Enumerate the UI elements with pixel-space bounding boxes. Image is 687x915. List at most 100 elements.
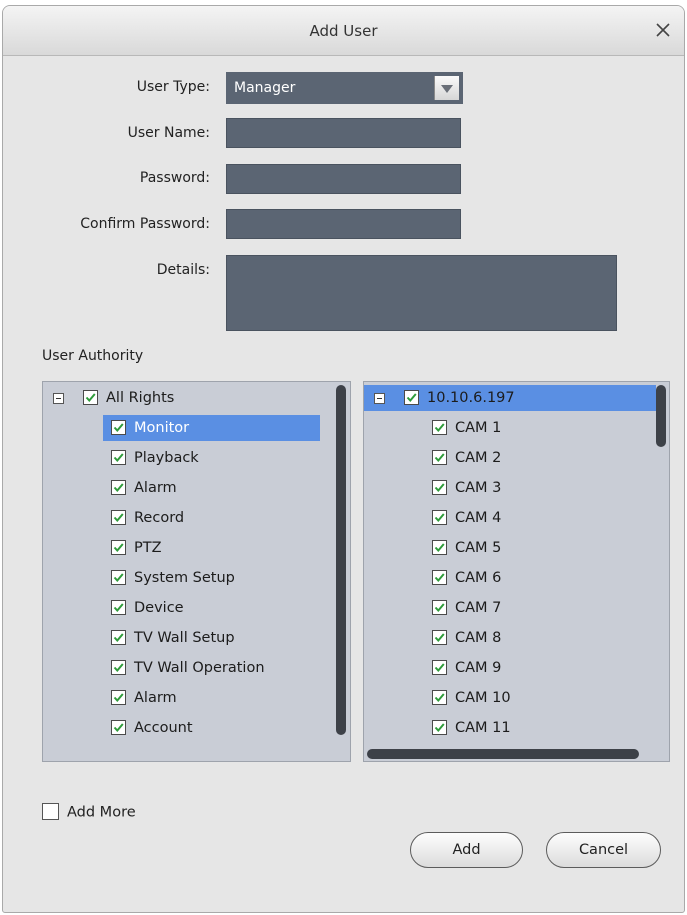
camera-item-label: CAM 7: [455, 600, 502, 616]
camera-item[interactable]: CAM 10: [424, 685, 511, 711]
checkbox-all-rights[interactable]: [83, 389, 98, 405]
camera-item-label: CAM 1: [455, 420, 502, 436]
checkbox-right[interactable]: [111, 539, 126, 555]
add-more-label: Add More: [67, 804, 136, 821]
checkbox-camera[interactable]: [432, 509, 447, 525]
rights-item-label: TV Wall Setup: [134, 630, 235, 646]
checkbox-right[interactable]: [111, 719, 126, 735]
checkbox-camera[interactable]: [432, 599, 447, 615]
user-type-value: Manager: [234, 80, 296, 96]
checkbox-right[interactable]: [111, 509, 126, 525]
camera-item[interactable]: CAM 8: [424, 625, 501, 651]
rights-item[interactable]: Playback: [103, 445, 328, 471]
user-type-select[interactable]: Manager: [226, 72, 463, 104]
checkbox-camera[interactable]: [432, 569, 447, 585]
password-label: Password:: [139, 170, 210, 186]
camera-item[interactable]: CAM 2: [424, 445, 501, 471]
checkbox-camera[interactable]: [432, 539, 447, 555]
close-icon[interactable]: [652, 19, 674, 41]
tree-root-all-rights[interactable]: All Rights: [43, 385, 333, 411]
camera-item-label: CAM 11: [455, 720, 511, 736]
checkbox-device[interactable]: [404, 389, 419, 405]
camera-item-label: CAM 2: [455, 450, 502, 466]
camera-item[interactable]: CAM 7: [424, 595, 501, 621]
camera-item-label: CAM 8: [455, 630, 502, 646]
camera-item-label: CAM 10: [455, 690, 511, 706]
confirm-password-label: Confirm Password:: [80, 216, 210, 232]
checkbox-camera[interactable]: [432, 689, 447, 705]
all-rights-label: All Rights: [106, 390, 175, 406]
rights-item[interactable]: Account: [103, 715, 328, 741]
rights-item-label: Device: [134, 600, 184, 616]
rights-item-label: System Setup: [134, 570, 235, 586]
checkbox-camera[interactable]: [432, 479, 447, 495]
checkbox-right[interactable]: [111, 599, 126, 615]
collapse-minus-icon[interactable]: [374, 393, 385, 404]
rights-item[interactable]: TV Wall Operation: [103, 655, 328, 681]
tree-root-device[interactable]: 10.10.6.197: [364, 385, 656, 411]
rights-item-label: Alarm: [134, 480, 177, 496]
add-user-dialog: Add User User Type: Manager User Name: P…: [2, 5, 685, 913]
rights-scrollbar[interactable]: [336, 385, 346, 735]
camera-item[interactable]: CAM 11: [424, 715, 511, 741]
rights-item[interactable]: TV Wall Setup: [103, 625, 328, 651]
checkbox-camera[interactable]: [432, 419, 447, 435]
add-more-checkbox[interactable]: [42, 803, 59, 820]
rights-item[interactable]: Alarm: [103, 475, 328, 501]
user-type-label: User Type:: [136, 79, 210, 95]
checkbox-right[interactable]: [111, 419, 126, 435]
camera-item-label: CAM 3: [455, 480, 502, 496]
checkbox-camera[interactable]: [432, 449, 447, 465]
device-hscrollbar[interactable]: [367, 749, 639, 759]
checkbox-camera[interactable]: [432, 719, 447, 735]
camera-item[interactable]: CAM 6: [424, 565, 501, 591]
camera-item-label: CAM 9: [455, 660, 502, 676]
checkbox-right[interactable]: [111, 569, 126, 585]
camera-item-label: CAM 5: [455, 540, 502, 556]
device-scrollbar[interactable]: [656, 385, 666, 447]
checkbox-right[interactable]: [111, 689, 126, 705]
confirm-password-input[interactable]: [226, 209, 461, 239]
rights-item-label: Account: [134, 720, 193, 736]
rights-item-label: PTZ: [134, 540, 162, 556]
checkbox-right[interactable]: [111, 629, 126, 645]
rights-item-label: TV Wall Operation: [134, 660, 265, 676]
user-name-label: User Name:: [127, 125, 210, 141]
password-input[interactable]: [226, 164, 461, 194]
rights-tree-panel[interactable]: All Rights Monitor Playback Alarm Record PTZ…: [42, 381, 351, 762]
rights-item[interactable]: PTZ: [103, 535, 328, 561]
add-more-option[interactable]: Add More: [42, 803, 136, 821]
user-authority-label: User Authority: [42, 348, 144, 364]
checkbox-right[interactable]: [111, 479, 126, 495]
rights-item-label: Alarm: [134, 690, 177, 706]
dialog-title: Add User: [309, 22, 378, 40]
rights-item[interactable]: System Setup: [103, 565, 328, 591]
device-tree-panel[interactable]: 10.10.6.197 CAM 1 CAM 2 CAM 3 CAM 4 CAM 5 CAM…: [363, 381, 670, 762]
title-bar: Add User: [3, 6, 684, 56]
collapse-minus-icon[interactable]: [53, 393, 64, 404]
camera-item-label: CAM 6: [455, 570, 502, 586]
rights-item-label: Playback: [134, 450, 199, 466]
rights-item[interactable]: Alarm: [103, 685, 328, 711]
rights-item-label: Monitor: [134, 420, 190, 436]
camera-item[interactable]: CAM 5: [424, 535, 501, 561]
camera-item[interactable]: CAM 3: [424, 475, 501, 501]
rights-item-label: Record: [134, 510, 185, 526]
checkbox-right[interactable]: [111, 449, 126, 465]
details-label: Details:: [156, 262, 210, 278]
cancel-button[interactable]: Cancel: [546, 832, 661, 868]
device-label: 10.10.6.197: [427, 390, 515, 406]
rights-item[interactable]: Record: [103, 505, 328, 531]
camera-item[interactable]: CAM 9: [424, 655, 501, 681]
checkbox-camera[interactable]: [432, 629, 447, 645]
camera-item[interactable]: CAM 4: [424, 505, 501, 531]
rights-item[interactable]: Device: [103, 595, 328, 621]
dropdown-arrow-icon[interactable]: [434, 76, 459, 100]
checkbox-camera[interactable]: [432, 659, 447, 675]
add-button[interactable]: Add: [410, 832, 523, 868]
checkbox-right[interactable]: [111, 659, 126, 675]
camera-item[interactable]: CAM 1: [424, 415, 501, 441]
details-textarea[interactable]: [226, 255, 617, 331]
user-name-input[interactable]: [226, 118, 461, 148]
rights-item[interactable]: Monitor: [103, 415, 320, 441]
